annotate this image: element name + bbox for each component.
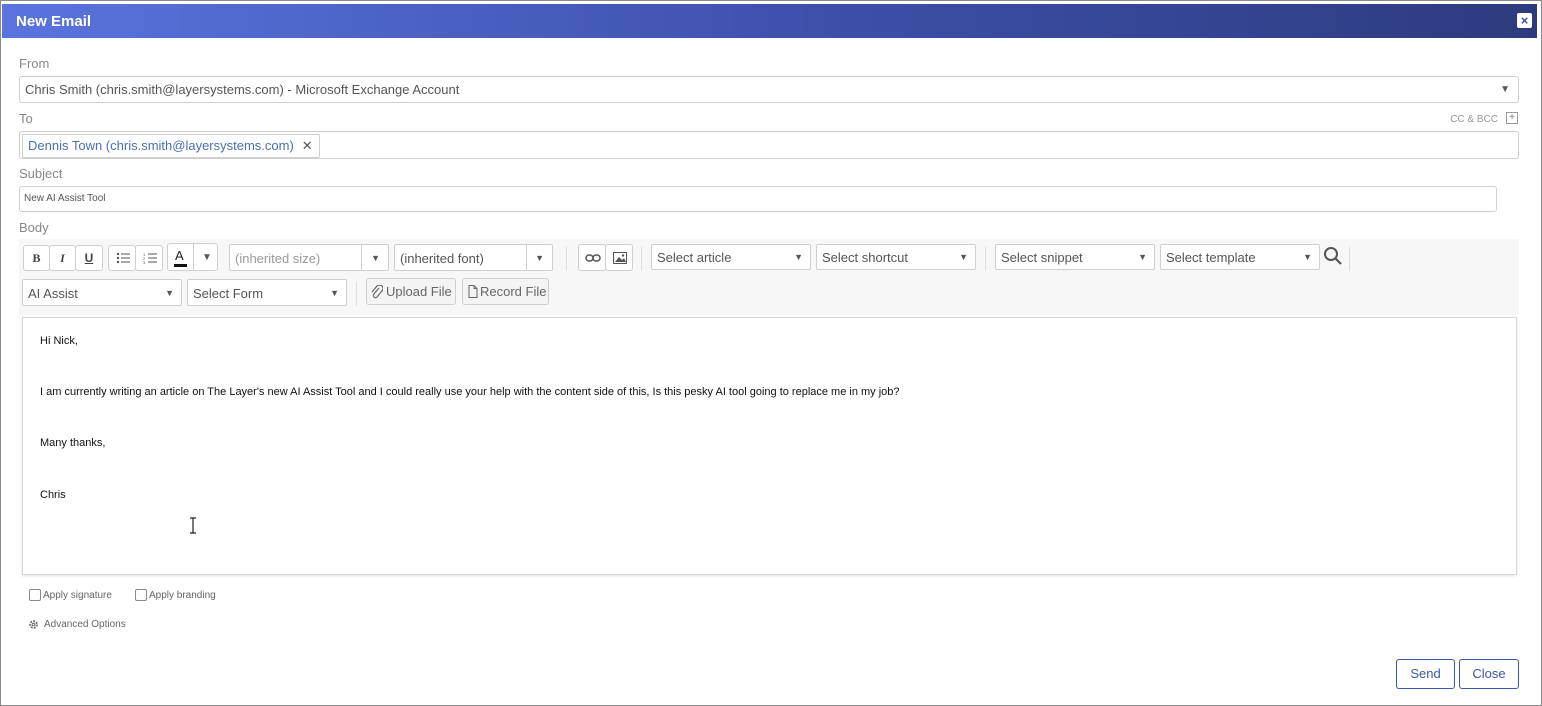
insert-image-button[interactable]	[605, 244, 633, 271]
subject-input[interactable]: New AI Assist Tool	[19, 186, 1497, 212]
body-line: I am currently writing an article on The…	[40, 386, 900, 398]
subject-value: New AI Assist Tool	[24, 193, 106, 204]
svg-text:3: 3	[143, 260, 146, 265]
italic-button[interactable]: I	[49, 245, 76, 271]
chevron-down-icon: ▼	[959, 252, 968, 262]
upload-file-button[interactable]: Upload File	[366, 278, 456, 305]
chevron-down-icon: ▼	[1500, 84, 1510, 95]
chevron-down-icon: ▼	[794, 252, 803, 262]
title-bar[interactable]: New Email ×	[2, 4, 1537, 38]
chevron-down-icon: ▼	[1303, 252, 1312, 262]
from-label: From	[19, 56, 50, 71]
chevron-down-icon: ▼	[202, 252, 212, 263]
bullet-list-icon	[116, 252, 130, 264]
numbered-list-button[interactable]: 123	[135, 245, 163, 271]
chevron-down-icon: ▼	[535, 253, 544, 263]
body-editor[interactable]: Hi Nick, I am currently writing an artic…	[22, 317, 1517, 575]
chevron-down-icon: ▼	[330, 288, 339, 298]
ai-assist-select[interactable]: AI Assist ▼	[22, 279, 182, 306]
font-size-select[interactable]: (inherited size) ▼	[229, 244, 389, 271]
body-line: Hi Nick,	[40, 335, 78, 347]
search-icon[interactable]	[1323, 246, 1343, 266]
record-file-button[interactable]: Record File	[462, 278, 549, 305]
font-color-picker[interactable]: A ▼	[167, 243, 218, 271]
advanced-options-link[interactable]: Advanced Options	[44, 619, 126, 630]
numbered-list-icon: 123	[143, 252, 157, 265]
window-title: New Email	[16, 13, 92, 30]
to-label: To	[19, 111, 33, 126]
bullet-list-button[interactable]	[108, 245, 136, 271]
text-cursor-icon	[190, 517, 196, 534]
recipient-chip[interactable]: Dennis Town (chris.smith@layersystems.co…	[22, 134, 320, 158]
body-line: Chris	[40, 489, 66, 501]
body-label: Body	[19, 220, 49, 235]
chevron-down-icon: ▼	[1138, 252, 1147, 262]
template-select[interactable]: Select template ▼	[1160, 244, 1320, 270]
form-select[interactable]: Select Form ▼	[187, 279, 347, 306]
link-icon	[585, 254, 601, 262]
plus-icon[interactable]: +	[1506, 112, 1518, 124]
close-icon[interactable]: ×	[1517, 13, 1532, 28]
font-family-select[interactable]: (inherited font) ▼	[394, 244, 553, 271]
recipient-name: Dennis Town (chris.smith@layersystems.co…	[28, 138, 294, 153]
chevron-down-icon: ▼	[165, 288, 174, 298]
font-color-icon: A	[175, 248, 184, 263]
color-swatch	[174, 264, 187, 267]
close-button[interactable]: Close	[1459, 659, 1519, 689]
body-line: Many thanks,	[40, 437, 106, 449]
send-button[interactable]: Send	[1396, 659, 1455, 689]
apply-branding-checkbox[interactable]	[135, 589, 147, 601]
apply-branding-label: Apply branding	[149, 590, 216, 601]
shortcut-select[interactable]: Select shortcut ▼	[816, 244, 976, 270]
apply-signature-label: Apply signature	[43, 590, 112, 601]
from-select[interactable]: Chris Smith (chris.smith@layersystems.co…	[19, 76, 1519, 103]
underline-button[interactable]: U	[75, 245, 103, 271]
remove-recipient-icon[interactable]: ✕	[302, 135, 313, 157]
apply-signature-checkbox[interactable]	[29, 589, 41, 601]
image-icon	[613, 252, 627, 264]
gear-icon[interactable]	[28, 619, 39, 630]
file-icon	[468, 285, 478, 298]
article-select[interactable]: Select article ▼	[651, 244, 811, 270]
snippet-select[interactable]: Select snippet ▼	[995, 244, 1155, 270]
subject-label: Subject	[19, 166, 63, 181]
bold-button[interactable]: B	[23, 245, 50, 271]
chevron-down-icon: ▼	[371, 253, 380, 263]
cc-bcc-link[interactable]: CC & BCC	[1450, 114, 1498, 125]
from-value: Chris Smith (chris.smith@layersystems.co…	[25, 82, 460, 97]
paperclip-icon	[371, 285, 383, 299]
to-field[interactable]: Dennis Town (chris.smith@layersystems.co…	[19, 131, 1519, 159]
insert-link-button[interactable]	[578, 244, 606, 271]
